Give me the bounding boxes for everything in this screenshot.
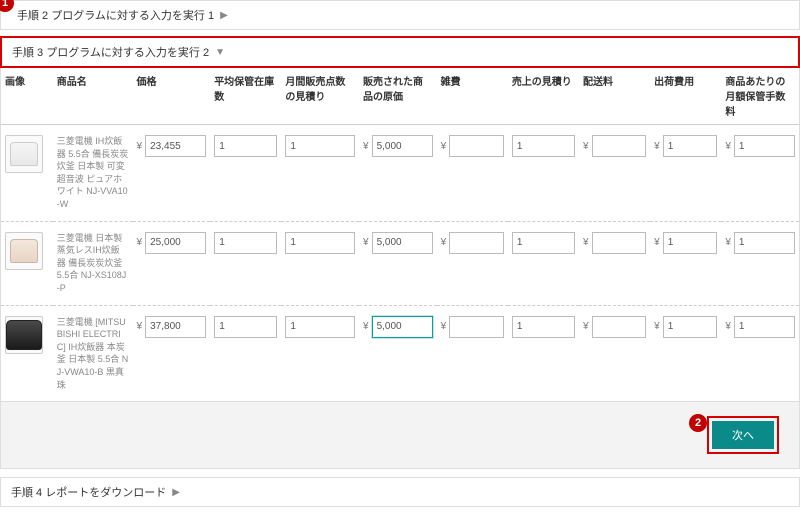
yen-icon: ¥ [363, 141, 369, 152]
monthly-sales-input[interactable] [285, 316, 355, 338]
yen-icon: ¥ [137, 321, 143, 332]
yen-icon: ¥ [363, 237, 369, 248]
footer-bar: 2 次へ [1, 401, 799, 468]
misc-input[interactable] [449, 135, 504, 157]
product-name: 三菱電機 日本製 蒸気レスIH炊飯器 備長炭炭炊釜 5.5合 NJ-XS108J… [57, 232, 129, 295]
avg-stock-input[interactable] [214, 135, 277, 157]
monthly-sales-input[interactable] [285, 232, 355, 254]
product-thumb [5, 232, 43, 270]
product-thumb [5, 135, 43, 173]
chevron-right-icon: ▶ [220, 10, 228, 21]
misc-input[interactable] [449, 316, 504, 338]
avg-stock-input[interactable] [214, 316, 277, 338]
col-monthly-sales: 月間販売点数の見積り [281, 67, 359, 125]
sold-cost-input[interactable] [372, 232, 433, 254]
yen-icon: ¥ [583, 237, 589, 248]
next-button-highlight: 次へ [707, 416, 779, 454]
yen-icon: ¥ [654, 141, 660, 152]
col-price: 価格 [133, 67, 211, 125]
step-2-header[interactable]: 手順 2 プログラムに対する入力を実行 1 ▶ [1, 1, 799, 29]
yen-icon: ¥ [137, 237, 143, 248]
price-input[interactable] [145, 135, 206, 157]
revenue-input[interactable] [512, 135, 575, 157]
yen-icon: ¥ [725, 141, 731, 152]
yen-icon: ¥ [583, 141, 589, 152]
sold-cost-input[interactable] [372, 135, 433, 157]
yen-icon: ¥ [363, 321, 369, 332]
yen-icon: ¥ [441, 237, 447, 248]
monthly-fee-input[interactable] [734, 316, 795, 338]
revenue-input[interactable] [512, 232, 575, 254]
col-monthly-fee: 商品あたりの月額保管手数料 [721, 67, 799, 125]
yen-icon: ¥ [654, 237, 660, 248]
table-row: 三菱電機 日本製 蒸気レスIH炊飯器 備長炭炭炊釜 5.5合 NJ-XS108J… [1, 221, 799, 305]
yen-icon: ¥ [137, 141, 143, 152]
step-4-header[interactable]: 手順 4 レポートをダウンロード ▶ [1, 478, 799, 506]
price-input[interactable] [145, 316, 206, 338]
yen-icon: ¥ [725, 237, 731, 248]
yen-icon: ¥ [441, 321, 447, 332]
step-3-label: 手順 3 プログラムに対する入力を実行 2 [12, 44, 209, 60]
product-name: 三菱電機 IH炊飯器 5.5合 備長炭炭炊釜 日本製 可変超音波 ピュアホワイト… [57, 135, 129, 211]
col-outbound: 出荷費用 [650, 67, 721, 125]
avg-stock-input[interactable] [214, 232, 277, 254]
yen-icon: ¥ [725, 321, 731, 332]
price-input[interactable] [145, 232, 206, 254]
col-shipping: 配送料 [579, 67, 650, 125]
monthly-sales-input[interactable] [285, 135, 355, 157]
step-4-label: 手順 4 レポートをダウンロード [11, 484, 166, 500]
product-thumb [5, 316, 43, 354]
monthly-fee-input[interactable] [734, 232, 795, 254]
sold-cost-input[interactable] [372, 316, 433, 338]
step-2-label: 手順 2 プログラムに対する入力を実行 1 [17, 7, 214, 23]
step-3-header[interactable]: 手順 3 プログラムに対する入力を実行 2 ▼ [2, 38, 798, 66]
next-button[interactable]: 次へ [712, 421, 774, 449]
col-revenue: 売上の見積り [508, 67, 579, 125]
col-sold-cost: 販売された商品の原価 [359, 67, 437, 125]
shipping-input[interactable] [592, 316, 647, 338]
callout-2: 2 [689, 414, 707, 432]
yen-icon: ¥ [441, 141, 447, 152]
revenue-input[interactable] [512, 316, 575, 338]
table-row: 三菱電機 IH炊飯器 5.5合 備長炭炭炊釜 日本製 可変超音波 ピュアホワイト… [1, 125, 799, 222]
shipping-input[interactable] [592, 135, 647, 157]
outbound-input[interactable] [663, 232, 718, 254]
yen-icon: ¥ [654, 321, 660, 332]
col-avg-stock: 平均保管在庫数 [210, 67, 281, 125]
yen-icon: ¥ [583, 321, 589, 332]
outbound-input[interactable] [663, 316, 718, 338]
product-input-table: 画像 商品名 価格 平均保管在庫数 月間販売点数の見積り 販売された商品の原価 … [1, 67, 799, 401]
shipping-input[interactable] [592, 232, 647, 254]
monthly-fee-input[interactable] [734, 135, 795, 157]
table-row: 三菱電機 [MITSUBISHI ELECTRIC] IH炊飯器 本炭釜 日本製… [1, 305, 799, 401]
misc-input[interactable] [449, 232, 504, 254]
col-misc: 雑費 [437, 67, 508, 125]
chevron-down-icon: ▼ [215, 47, 225, 58]
product-name: 三菱電機 [MITSUBISHI ELECTRIC] IH炊飯器 本炭釜 日本製… [57, 316, 129, 392]
col-name: 商品名 [53, 67, 133, 125]
chevron-right-icon: ▶ [172, 487, 180, 498]
outbound-input[interactable] [663, 135, 718, 157]
col-image: 画像 [1, 67, 53, 125]
